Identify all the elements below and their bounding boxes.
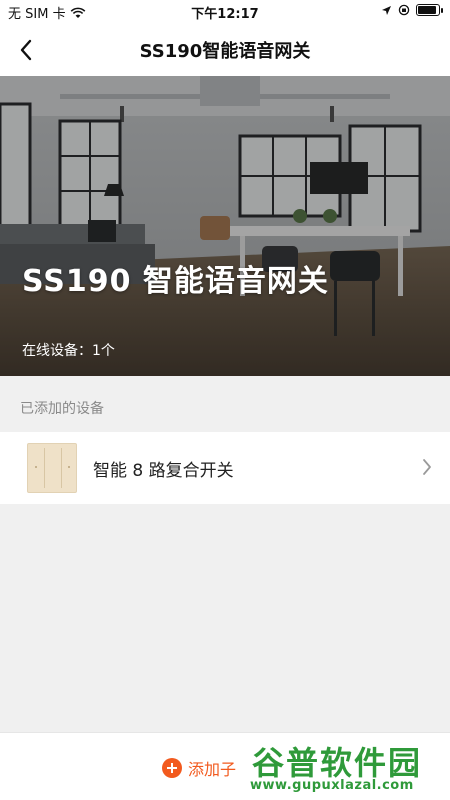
panel-seam: [61, 448, 62, 488]
panel-indicator: [35, 466, 37, 468]
battery-level: [418, 6, 436, 14]
orientation-lock-icon: [398, 4, 410, 16]
back-button[interactable]: [12, 36, 40, 64]
battery-icon: [416, 4, 443, 16]
plus-circle-icon: [162, 758, 182, 778]
add-subdevice-button[interactable]: 添加子: [162, 756, 236, 780]
status-right: [381, 4, 443, 16]
device-name: 智能 8 路复合开关: [93, 461, 234, 481]
add-subdevice-label: 添加子: [188, 760, 237, 779]
hero-title: SS190 智能语音网关: [22, 264, 329, 299]
navigation-bar: SS190智能语音网关: [0, 24, 450, 76]
switch-panel-thumbnail: [27, 443, 77, 493]
bottom-action-bar: 添加子: [0, 732, 450, 800]
chevron-left-icon: [20, 39, 32, 61]
panel-seam: [44, 448, 45, 488]
hero-banner: SS190 智能语音网关 在线设备：1个: [0, 76, 450, 376]
room-background-image: [0, 76, 450, 376]
location-arrow-icon: [382, 5, 391, 15]
device-list-item[interactable]: 智能 8 路复合开关: [0, 432, 450, 504]
added-devices-heading: 已添加的设备: [20, 401, 104, 417]
panel-indicator: [68, 466, 70, 468]
online-device-count: 在线设备：1个: [22, 343, 115, 359]
status-bar: 无 SIM 卡 下午12:17: [0, 0, 450, 24]
chevron-right-icon: [423, 459, 431, 475]
page-title: SS190智能语音网关: [139, 41, 311, 62]
